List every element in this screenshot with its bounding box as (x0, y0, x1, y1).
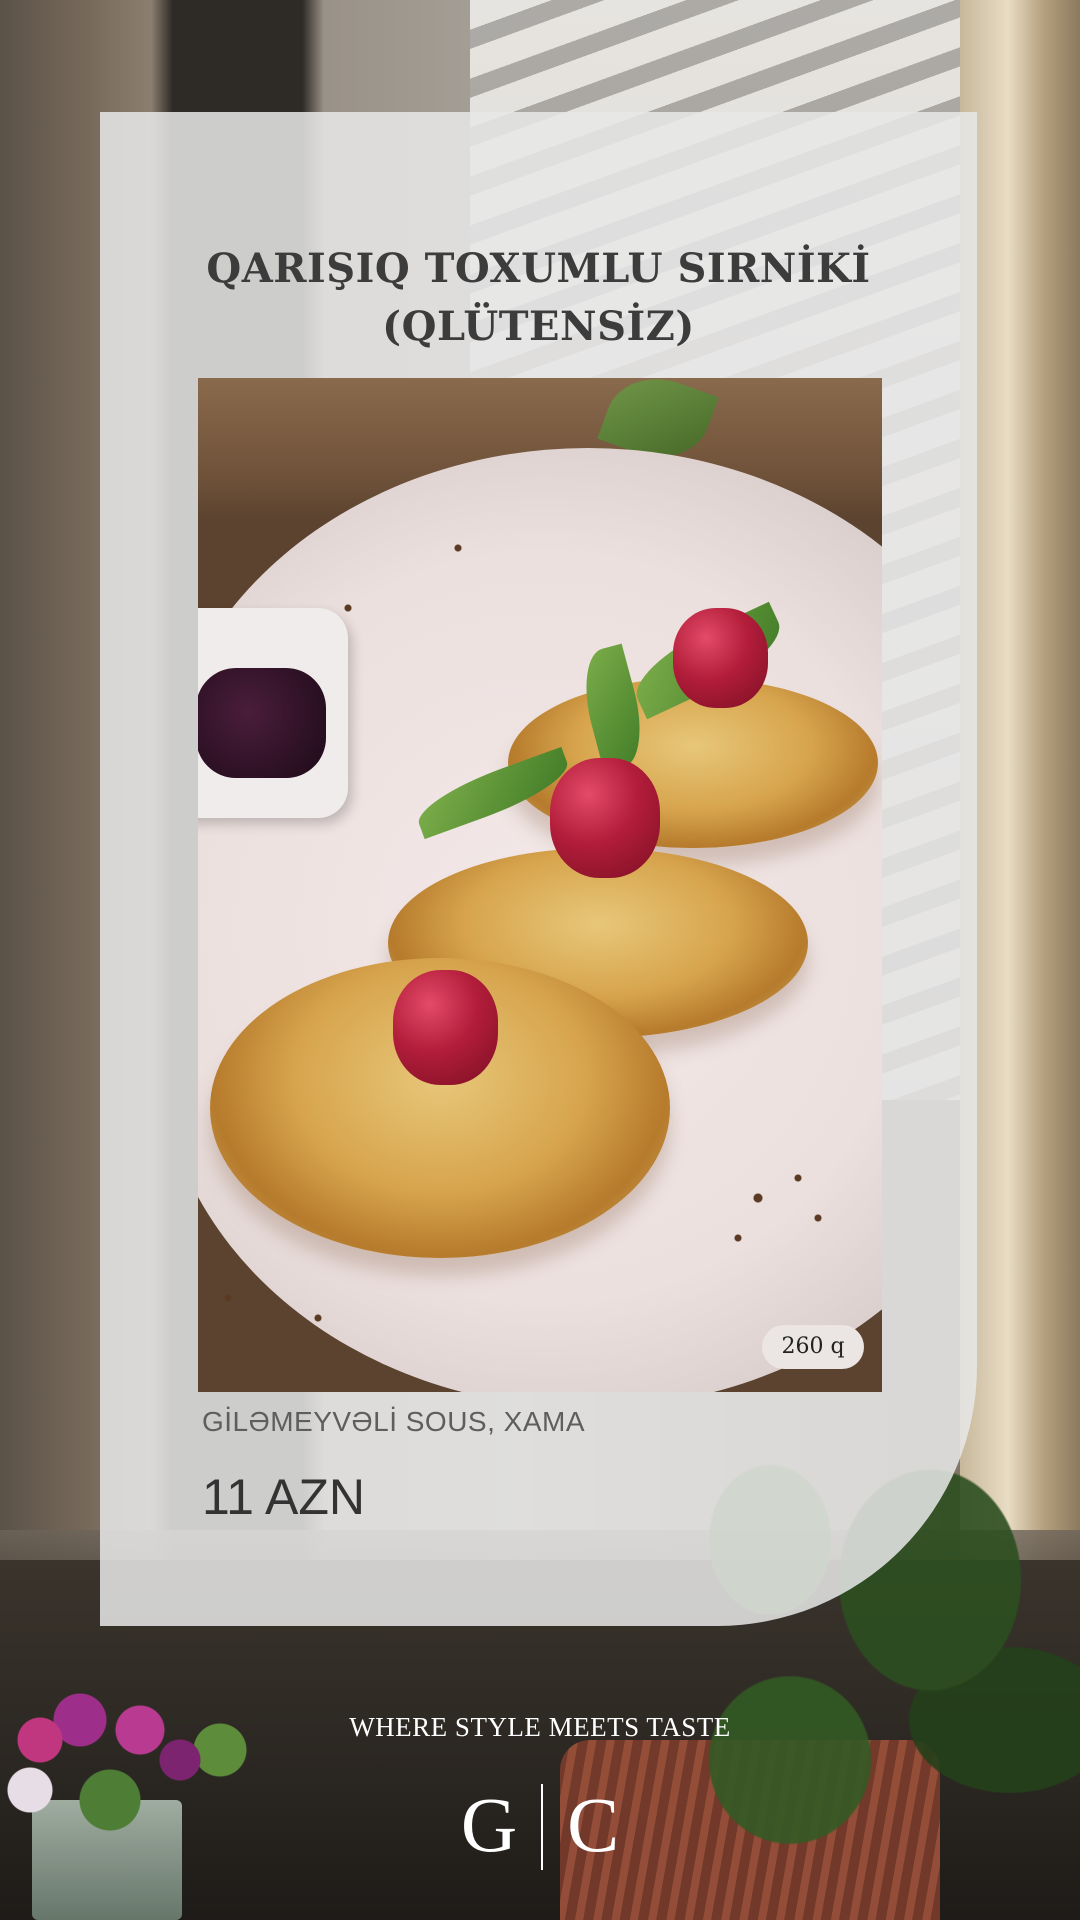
dish-title: QARIŞIQ TOXUMLU SIRNİKİ (QLÜTENSİZ) (100, 240, 977, 356)
weight-badge: 260 q (762, 1325, 864, 1369)
logo-letter-right: C (567, 1781, 620, 1868)
raspberry (550, 758, 660, 878)
brand-tagline: WHERE STYLE MEETS TASTE (349, 1712, 731, 1742)
background-curtain (960, 0, 1080, 1600)
logo-letter-left: G (460, 1781, 518, 1868)
raspberry (673, 608, 768, 708)
brand-logo: GC (0, 1780, 1080, 1876)
raspberry (393, 970, 498, 1085)
dish-photo (198, 378, 882, 1392)
dish-title-line-1: QARIŞIQ TOXUMLU SIRNİKİ (206, 245, 871, 292)
dish-price: 11 AZN (202, 1469, 366, 1525)
dish-title-line-2: (QLÜTENSİZ) (382, 303, 695, 350)
dish-ingredients: GİLƏMEYVƏLİ SOUS, XAMA (202, 1406, 586, 1437)
logo-divider (541, 1784, 544, 1871)
